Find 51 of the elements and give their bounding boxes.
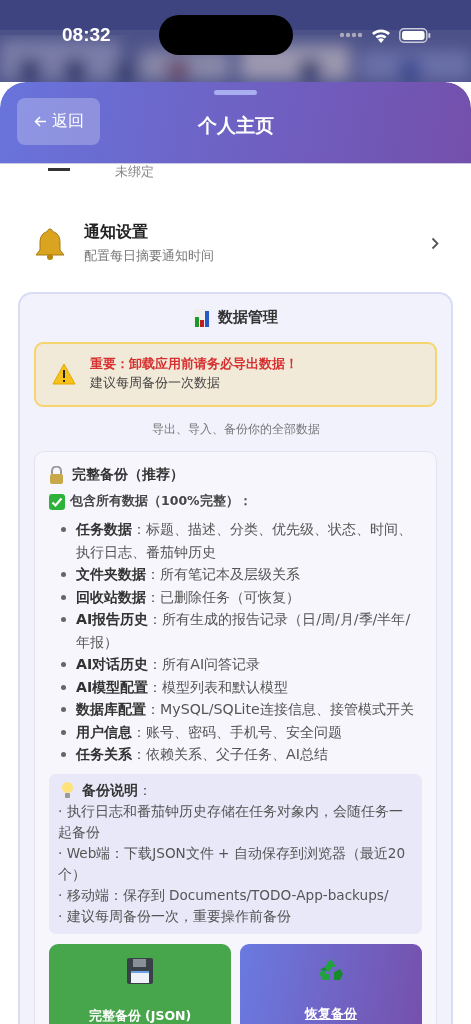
status-time: 08:32	[62, 24, 111, 46]
bullet-icon	[61, 594, 66, 600]
drag-handle[interactable]	[214, 90, 257, 95]
card-caption: 导出、导入、备份你的全部数据	[150, 421, 321, 438]
note-line: · 移动端：保存到 Documents/TODO-App-backups/	[58, 885, 390, 905]
settings-row[interactable]: 通知设置 配置每日摘要通知时间	[18, 196, 453, 292]
list-item: AI模型配置：模型列表和默认模型	[76, 677, 289, 697]
list-item: 任务关系：依赖关系、父子任务、AI总结	[76, 745, 328, 764]
list-item: 任务数据：标题、描述、分类、优先级、状态、时间、执行日志、番茄钟历史	[76, 520, 413, 562]
list-item: 数据库配置：MySQL/SQLite连接信息、接管模式开关	[76, 700, 414, 719]
arrow-left-icon	[33, 116, 47, 127]
includes-label: 包含所有数据（100%完整）：	[70, 493, 252, 510]
back-button[interactable]: 返回	[17, 98, 100, 145]
note-line: · 建议每周备份一次，重要操作前备份	[58, 906, 292, 926]
bullet-icon	[61, 707, 66, 712]
note-line: · Web端：下载JSON文件 + 自动保存到浏览器（最近20个）	[58, 843, 407, 884]
chevron-right-icon	[431, 237, 439, 250]
battery-icon	[399, 27, 431, 43]
recycle-icon	[318, 957, 344, 982]
wifi-icon	[371, 27, 391, 43]
list-item: 回收站数据：已删除任务（可恢复）	[76, 587, 300, 607]
bell-icon	[32, 225, 68, 262]
card-title: 数据管理	[217, 308, 278, 327]
bullet-icon	[61, 729, 66, 735]
bullet-icon	[61, 752, 66, 757]
page-title: 个人主页	[197, 113, 274, 138]
list-item: AI对话历史：所有AI问答记录	[76, 655, 261, 674]
bullet-icon	[61, 662, 66, 667]
bullet-icon	[61, 572, 66, 577]
lightbulb-icon	[61, 781, 74, 799]
row-icon	[48, 167, 70, 171]
checkmark-icon	[49, 493, 65, 510]
note-line: · 执行日志和番茄钟历史存储在任务对象内，会随任务一起备份	[58, 801, 404, 842]
list-item: 文件夹数据：所有笔记本及层级关系	[76, 565, 300, 584]
panel-title: 完整备份（推荐）	[72, 466, 184, 484]
list-item: AI报告历史：所有生成的报告记录（日/周/月/季/半年/年报）	[76, 610, 412, 652]
warning-headline: 重要：卸载应用前请务必导出数据！	[90, 356, 298, 373]
warning-icon	[52, 363, 76, 385]
list-item: 用户信息：账号、密码、手机号、安全问题	[76, 722, 342, 742]
signal-icon	[339, 32, 363, 38]
row-subtitle: 未绑定	[115, 163, 154, 181]
bullet-icon	[61, 617, 66, 622]
bullet-icon	[61, 527, 66, 532]
lock-icon	[49, 466, 64, 484]
backup-button[interactable]: 完整备份 (JSON)	[49, 943, 231, 1024]
bar-chart-icon	[193, 308, 210, 327]
bullet-icon	[61, 684, 66, 690]
warning-text: 建议每周备份一次数据	[90, 375, 221, 392]
row-title: 通知设置	[84, 222, 149, 243]
notes-title: 备份说明：	[82, 780, 152, 800]
row-subtitle: 配置每日摘要通知时间	[84, 248, 215, 265]
